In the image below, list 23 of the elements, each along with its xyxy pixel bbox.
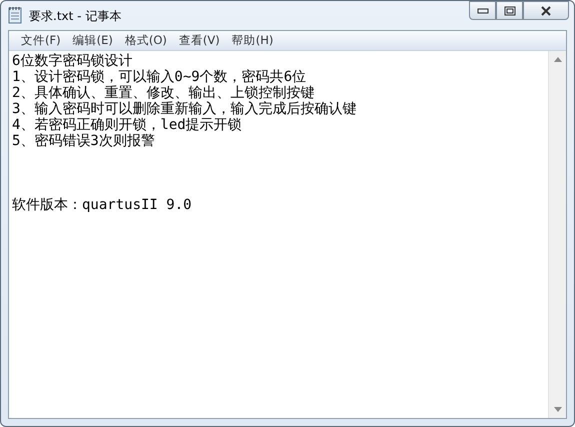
minimize-button[interactable] xyxy=(469,1,496,20)
menu-item[interactable]: 查看(V) xyxy=(172,33,226,48)
window-title: 要求.txt - 记事本 xyxy=(29,8,122,25)
menu-item[interactable]: 格式(O) xyxy=(118,33,173,48)
text-line: 软件版本：quartusII 9.0 xyxy=(12,197,193,213)
text-line: 2、具体确认、重置、修改、输出、上锁控制按键 xyxy=(12,85,316,101)
scroll-up-icon[interactable] xyxy=(554,57,562,62)
menu-item[interactable]: 文件(F) xyxy=(15,33,67,48)
close-icon xyxy=(540,6,552,16)
text-line: 4、若密码正确则开锁，led提示开锁 xyxy=(12,117,243,133)
text-line: 5、密码错误3次则报警 xyxy=(12,133,156,149)
scroll-down-icon[interactable] xyxy=(554,407,562,412)
menu-item[interactable]: 编辑(E) xyxy=(66,33,119,48)
maximize-button[interactable] xyxy=(496,1,523,20)
notepad-icon xyxy=(7,6,23,24)
menu-item[interactable]: 帮助(H) xyxy=(226,33,280,48)
minimize-icon xyxy=(476,8,488,14)
text-line: 6位数字密码锁设计 xyxy=(12,53,134,69)
text-line: 1、设计密码锁，可以输入0~9个数，密码共6位 xyxy=(12,69,308,85)
scrollbar[interactable] xyxy=(548,51,566,418)
text-line: 3、输入密码时可以删除重新输入，输入完成后按确认键 xyxy=(12,101,358,117)
close-button[interactable] xyxy=(523,1,569,20)
maximize-icon xyxy=(504,6,516,16)
